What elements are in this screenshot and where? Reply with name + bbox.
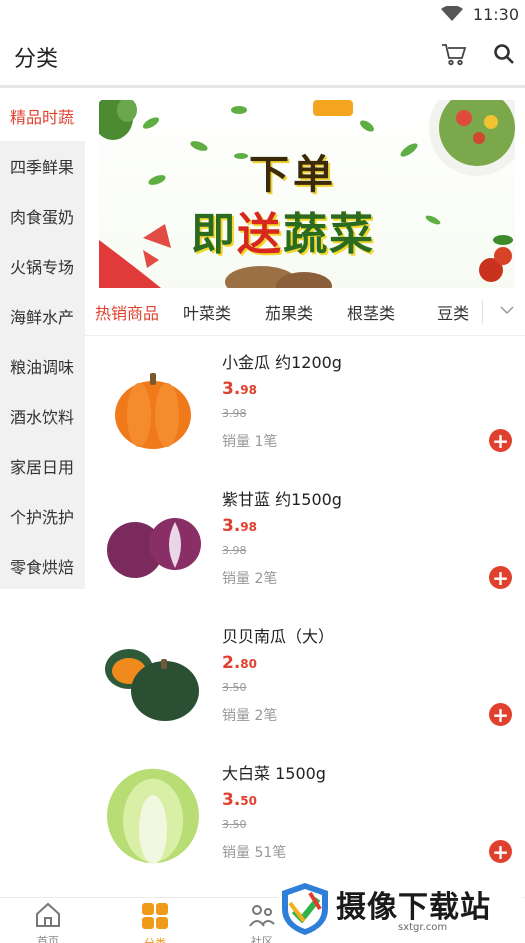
tab-beans[interactable]: 豆类 bbox=[429, 300, 477, 324]
product-name: 紫甘蓝 约1500g bbox=[222, 490, 342, 509]
product-item[interactable]: 贝贝南瓜（大） 2.80 3.50 销量 2笔 + bbox=[85, 611, 525, 748]
product-original-price: 3.50 bbox=[222, 681, 247, 694]
sidebar-item-vegetables[interactable]: 精品时蔬 bbox=[0, 91, 85, 141]
chevron-down-icon[interactable] bbox=[499, 302, 515, 318]
watermark-brand: 摄像下载站 bbox=[336, 890, 491, 925]
nav-category[interactable]: 分类 bbox=[125, 902, 185, 943]
tab-root[interactable]: 根茎类 bbox=[339, 300, 403, 324]
product-image-pumpkin bbox=[115, 373, 191, 449]
nav-home[interactable]: 首页 bbox=[18, 902, 78, 943]
product-image-napa-cabbage bbox=[107, 768, 199, 865]
product-item[interactable]: 小金瓜 约1200g 3.98 3.98 销量 1笔 + bbox=[85, 337, 525, 474]
product-name: 贝贝南瓜（大） bbox=[222, 627, 335, 646]
add-to-cart-button[interactable]: + bbox=[489, 703, 512, 726]
plus-icon: + bbox=[492, 565, 509, 590]
product-item[interactable]: 紫甘蓝 约1500g 3.98 3.98 销量 2笔 + bbox=[85, 474, 525, 611]
banner-headline-2: 即送蔬菜 bbox=[191, 209, 375, 260]
plus-icon: + bbox=[492, 428, 509, 453]
sidebar-spacer bbox=[0, 589, 85, 897]
sidebar-item-fruits[interactable]: 四季鲜果 bbox=[0, 141, 85, 191]
add-to-cart-button[interactable]: + bbox=[489, 840, 512, 863]
product-name: 大白菜 1500g bbox=[222, 764, 326, 783]
watermark-url: sxtgr.com bbox=[398, 922, 448, 933]
top-bar: 分类 bbox=[0, 28, 525, 88]
sidebar-item-drinks[interactable]: 酒水饮料 bbox=[0, 391, 85, 441]
product-price: 3.50 bbox=[222, 790, 257, 810]
status-time: 11:30 bbox=[472, 4, 519, 24]
plus-icon: + bbox=[492, 702, 509, 727]
community-icon bbox=[249, 905, 275, 927]
product-price: 2.80 bbox=[222, 653, 257, 673]
promo-banner[interactable]: 下单 即送蔬菜 bbox=[99, 100, 515, 288]
product-price: 3.98 bbox=[222, 379, 257, 399]
category-sidebar: 精品时蔬 四季鲜果 肉食蛋奶 火锅专场 海鲜水产 粮油调味 酒水饮料 家居日用 … bbox=[0, 91, 85, 897]
product-sales: 销量 2笔 bbox=[222, 708, 278, 724]
tab-divider bbox=[482, 300, 483, 324]
tab-solanaceous[interactable]: 茄果类 bbox=[257, 300, 321, 324]
product-image-red-cabbage bbox=[107, 518, 201, 578]
watermark-logo bbox=[282, 883, 328, 935]
subcategory-tabs: 热销商品 叶菜类 茄果类 根茎类 豆类 bbox=[85, 288, 525, 336]
status-bar: 11:30 bbox=[0, 0, 525, 28]
add-to-cart-button[interactable]: + bbox=[489, 566, 512, 589]
sidebar-item-personal-care[interactable]: 个护洗护 bbox=[0, 491, 85, 541]
product-original-price: 3.50 bbox=[222, 818, 247, 831]
product-name: 小金瓜 约1200g bbox=[222, 353, 342, 372]
wifi-icon bbox=[440, 6, 463, 21]
home-icon bbox=[36, 902, 60, 927]
sidebar-item-seafood[interactable]: 海鲜水产 bbox=[0, 291, 85, 341]
product-image-kabocha bbox=[105, 649, 199, 721]
sidebar-item-hotpot[interactable]: 火锅专场 bbox=[0, 241, 85, 291]
banner-headline-1: 下单 bbox=[249, 152, 337, 198]
watermark: 摄像下载站 sxtgr.com bbox=[278, 878, 523, 940]
product-original-price: 3.98 bbox=[222, 544, 247, 557]
product-original-price: 3.98 bbox=[222, 407, 247, 420]
tab-hot-sale[interactable]: 热销商品 bbox=[87, 300, 167, 324]
product-item[interactable]: 大白菜 1500g 3.50 3.50 销量 51笔 + bbox=[85, 748, 525, 877]
cart-icon[interactable] bbox=[441, 42, 467, 66]
product-list: 小金瓜 约1200g 3.98 3.98 销量 1笔 + 紫甘蓝 约1500g … bbox=[85, 337, 525, 877]
sidebar-item-snacks[interactable]: 零食烘焙 bbox=[0, 541, 85, 591]
add-to-cart-button[interactable]: + bbox=[489, 429, 512, 452]
sidebar-item-household[interactable]: 家居日用 bbox=[0, 441, 85, 491]
plus-icon: + bbox=[492, 839, 509, 864]
sidebar-item-meat-eggs-dairy[interactable]: 肉食蛋奶 bbox=[0, 191, 85, 241]
product-sales: 销量 2笔 bbox=[222, 571, 278, 587]
search-icon[interactable] bbox=[493, 43, 515, 65]
page-title: 分类 bbox=[14, 46, 59, 72]
product-sales: 销量 51笔 bbox=[222, 845, 287, 861]
sidebar-item-grain-oil[interactable]: 粮油调味 bbox=[0, 341, 85, 391]
category-icon bbox=[142, 903, 168, 929]
product-price: 3.98 bbox=[222, 516, 257, 536]
tab-leafy[interactable]: 叶菜类 bbox=[175, 300, 239, 324]
product-sales: 销量 1笔 bbox=[222, 434, 278, 450]
